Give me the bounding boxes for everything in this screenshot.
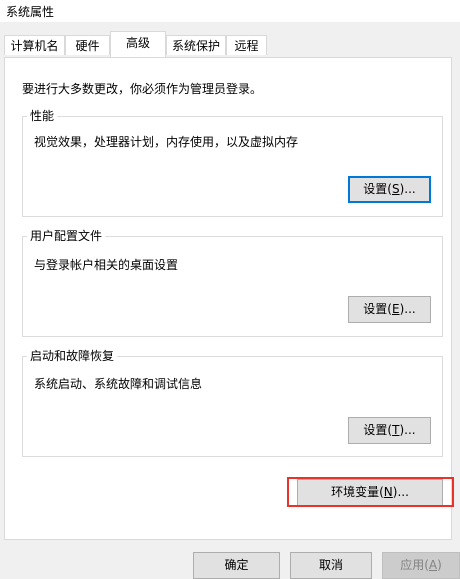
apply-suffix: ) xyxy=(437,558,442,572)
system-properties-window: 系统属性 计算机名 硬件 高级 系统保护 远程 要进行大多数更改，你必须作为管理… xyxy=(0,0,460,579)
apply-accel: A xyxy=(428,558,438,572)
performance-settings-accel: S xyxy=(391,182,400,196)
user-profiles-settings-label: 设置( xyxy=(363,302,392,316)
startup-recovery-legend: 启动和故障恢复 xyxy=(30,349,115,363)
environment-variables-accel: N xyxy=(383,485,393,499)
performance-legend: 性能 xyxy=(30,109,55,123)
title-bar-edge xyxy=(456,0,460,22)
environment-variables-button[interactable]: 环境变量(N)... xyxy=(297,479,443,506)
performance-description: 视觉效果，处理器计划，内存使用，以及虚拟内存 xyxy=(34,135,299,149)
apply-label: 应用( xyxy=(400,558,429,572)
tab-computer-name[interactable]: 计算机名 xyxy=(4,35,65,55)
tab-remote[interactable]: 远程 xyxy=(226,35,267,55)
cancel-button[interactable]: 取消 xyxy=(290,552,372,579)
tab-system-protection[interactable]: 系统保护 xyxy=(166,35,226,55)
environment-variables-suffix: )... xyxy=(392,485,409,499)
startup-recovery-settings-label: 设置( xyxy=(363,423,393,437)
user-profiles-settings-accel: E xyxy=(391,302,400,316)
admin-note: 要进行大多数更改，你必须作为管理员登录。 xyxy=(22,82,263,96)
startup-recovery-description: 系统启动、系统故障和调试信息 xyxy=(34,377,203,391)
tab-hardware[interactable]: 硬件 xyxy=(65,35,110,55)
performance-settings-suffix: )... xyxy=(399,182,416,196)
user-profiles-settings-suffix: )... xyxy=(399,302,416,316)
startup-recovery-settings-suffix: )... xyxy=(399,423,416,437)
environment-variables-label: 环境变量( xyxy=(331,485,384,499)
apply-button[interactable]: 应用(A) xyxy=(382,552,460,579)
tab-advanced[interactable]: 高级 xyxy=(110,31,166,57)
title-bar: 系统属性 xyxy=(0,0,460,22)
window-title: 系统属性 xyxy=(6,5,55,19)
ok-button[interactable]: 确定 xyxy=(193,552,280,579)
performance-settings-button[interactable]: 设置(S)... xyxy=(348,176,431,203)
user-profiles-description: 与登录帐户相关的桌面设置 xyxy=(34,258,179,272)
user-profiles-settings-button[interactable]: 设置(E)... xyxy=(348,296,431,323)
user-profiles-legend: 用户配置文件 xyxy=(30,229,103,243)
performance-settings-label: 设置( xyxy=(363,182,392,196)
startup-recovery-settings-button[interactable]: 设置(T)... xyxy=(348,417,431,444)
